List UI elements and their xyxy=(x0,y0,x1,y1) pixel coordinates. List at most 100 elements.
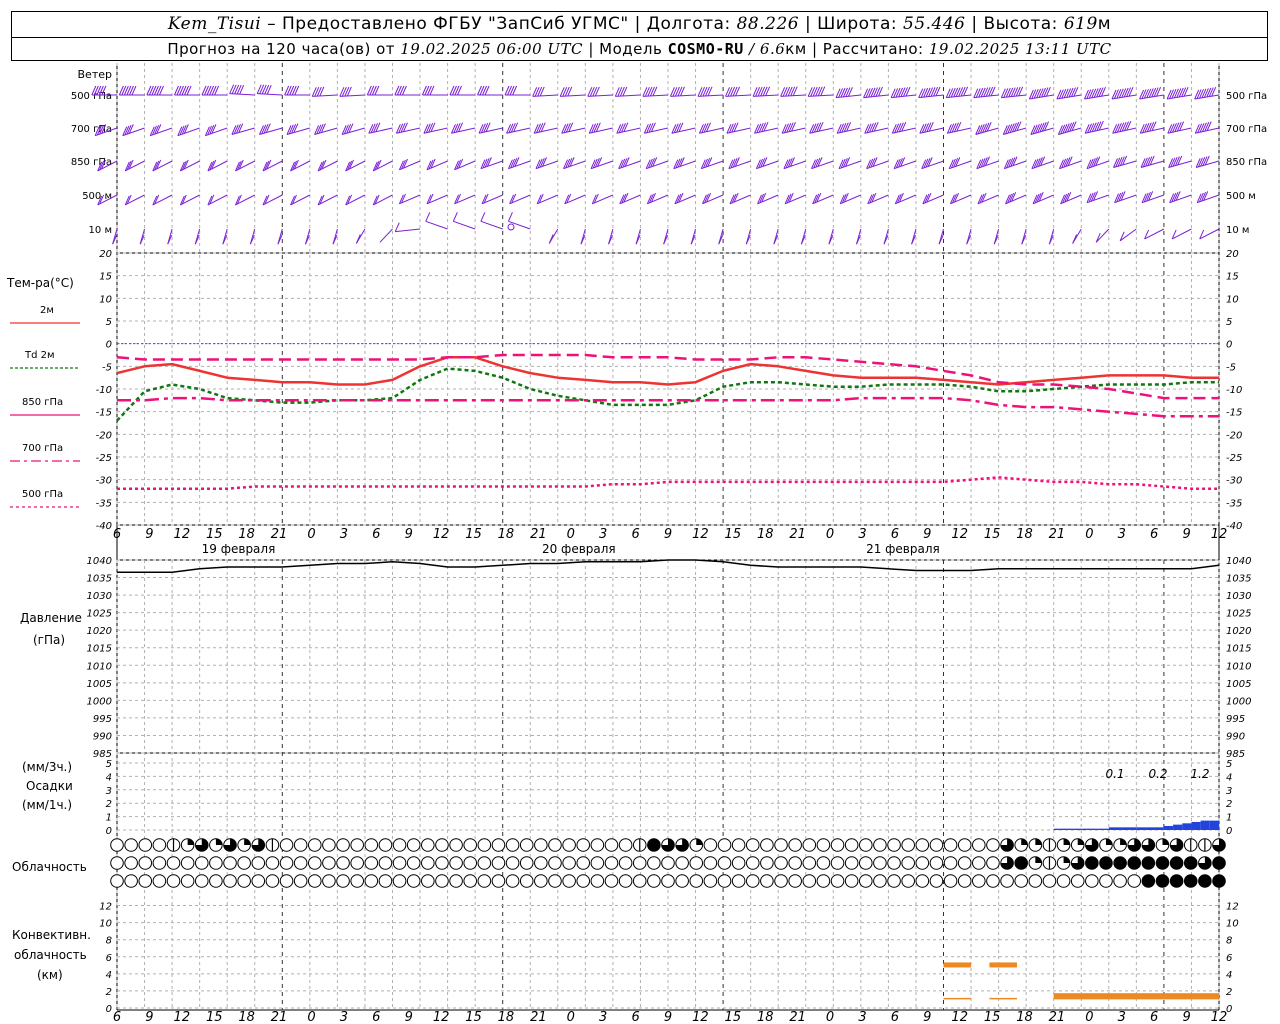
cloud-circle xyxy=(322,874,336,888)
conv-tick-label-right: 8 xyxy=(1226,936,1232,947)
cloud-circle xyxy=(647,838,661,852)
cloud-circle xyxy=(265,856,280,870)
x-tick-label: 0 xyxy=(826,527,834,542)
wind-barb-flag xyxy=(949,123,955,133)
wind-barb-shaft xyxy=(180,194,200,206)
cloud-symbol xyxy=(477,874,492,888)
wind-barb-flag xyxy=(568,122,574,132)
wind-barb xyxy=(139,228,146,245)
cloud-circle xyxy=(943,856,958,870)
x-tick-label-bottom: 9 xyxy=(1182,1010,1190,1024)
cloud-circle xyxy=(194,856,209,870)
wind-barb-flag xyxy=(924,123,930,133)
wind-barb xyxy=(1058,156,1082,170)
x-tick-label: 9 xyxy=(405,527,413,542)
wind-barb-shaft xyxy=(207,194,228,206)
cloud-symbol xyxy=(1085,874,1099,888)
wind-barb xyxy=(976,156,999,170)
wind-barb-flag xyxy=(703,123,709,133)
x-tick-label-bottom: 21 xyxy=(530,1010,547,1024)
wind-barb xyxy=(674,192,696,205)
wind-barb-flag xyxy=(355,234,361,244)
cloud-circle xyxy=(562,838,576,852)
wind-barb xyxy=(548,228,559,244)
wind-barb xyxy=(478,122,503,134)
wind-barb-flag xyxy=(898,122,904,132)
temp-tick-label-right: -15 xyxy=(1226,408,1242,419)
cloud-circle xyxy=(223,874,237,888)
cloud-circle xyxy=(1099,856,1113,870)
wind-barb xyxy=(663,228,669,245)
wind-barb-flag xyxy=(563,123,569,133)
cloud-circle xyxy=(717,838,732,852)
cloud-symbol xyxy=(1000,856,1014,870)
wind-barb-flag xyxy=(1149,121,1155,132)
wind-barb xyxy=(426,193,448,205)
precip-tick-label-right: 3 xyxy=(1226,786,1232,797)
cloud-symbol xyxy=(760,838,774,852)
wind-barb xyxy=(618,157,641,170)
cloud-symbol xyxy=(378,838,393,852)
pressure-tick-label: 1035 xyxy=(87,574,112,585)
wind-barb xyxy=(890,86,917,99)
wind-barb-flag xyxy=(891,124,897,134)
cloud-symbol xyxy=(632,874,647,888)
pressure-tick-label-right: 1030 xyxy=(1226,591,1251,602)
wind-barb xyxy=(561,122,586,134)
wind-barb xyxy=(477,85,503,96)
cloud-circle xyxy=(590,838,605,852)
cloud-circle xyxy=(760,838,774,852)
cloud-symbol xyxy=(378,856,393,870)
x-tick-label: 6 xyxy=(1150,527,1158,542)
x-tick-label-bottom: 9 xyxy=(405,1010,413,1024)
cloud-circle xyxy=(1127,856,1142,870)
wind-barb xyxy=(449,85,476,96)
cloud-circle xyxy=(166,856,181,870)
wind-barb xyxy=(564,193,586,205)
cloud-symbol xyxy=(519,838,534,852)
wind-barb-flag xyxy=(926,122,932,132)
wind-barb-flag xyxy=(451,124,456,134)
cloud-circle xyxy=(237,874,251,888)
cloud-circle xyxy=(745,838,760,852)
cloud-circle xyxy=(731,874,746,888)
wind-barb-flag xyxy=(731,123,737,133)
wind-barb xyxy=(718,228,724,245)
cloud-symbol xyxy=(1169,874,1184,888)
wind-barb xyxy=(345,159,366,172)
cloud-circle xyxy=(661,874,675,888)
wind-barb-flag xyxy=(1199,123,1205,133)
cloud-symbol xyxy=(986,874,1000,888)
cloud-symbol xyxy=(731,874,746,888)
cloud-symbol xyxy=(1099,838,1113,852)
precip-tick-label-right: 2 xyxy=(1226,799,1232,810)
wind-barb-flag xyxy=(951,123,957,133)
cloud-fill xyxy=(187,838,194,845)
cloud-circle xyxy=(590,874,605,888)
cloud-circle xyxy=(194,874,209,888)
cloud-circle xyxy=(1155,874,1170,888)
pressure-tick-label-right: 1025 xyxy=(1226,609,1251,620)
cloud-symbol xyxy=(788,856,802,870)
wind-barb xyxy=(864,121,889,134)
wind-barb-flag xyxy=(423,124,429,134)
wind-barb xyxy=(1031,156,1054,170)
cloud-symbol xyxy=(336,856,350,870)
wind-barb-flag xyxy=(1112,124,1118,134)
wind-barb-flag xyxy=(1151,121,1157,131)
cloud-symbol xyxy=(661,856,675,870)
cloud-symbol xyxy=(1155,874,1170,888)
wind-barb xyxy=(207,194,228,206)
pressure-title: Давление xyxy=(20,611,82,625)
wind-barb xyxy=(1141,191,1165,204)
wind-level-label: 700 гПа xyxy=(71,124,112,135)
cloud-circle xyxy=(915,838,930,852)
cloud-symbol xyxy=(194,856,209,870)
wind-barb-flag xyxy=(368,124,374,134)
cloud-symbol xyxy=(887,874,901,888)
temp-tick-label-right: 0 xyxy=(1226,340,1232,351)
cloud-circle xyxy=(1113,856,1127,870)
wind-barb-shaft xyxy=(642,94,669,97)
x-tick-label: 15 xyxy=(725,527,742,542)
x-tick-label: 3 xyxy=(599,527,607,542)
